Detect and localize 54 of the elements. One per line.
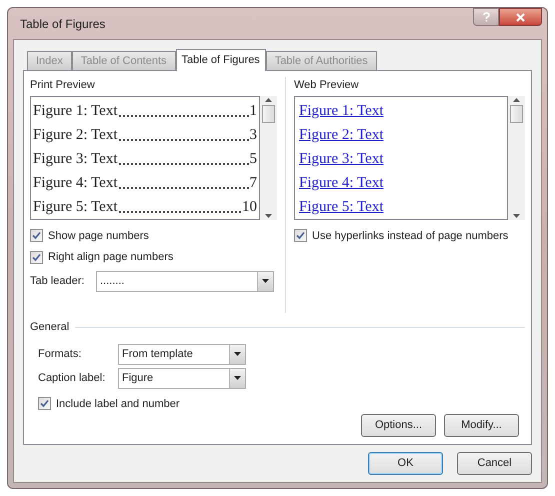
page-number: 3 — [250, 126, 257, 144]
figure-entry: Figure 1: Text — [33, 102, 118, 120]
checkbox[interactable] — [30, 250, 43, 264]
figure-link[interactable]: Figure 5: Text — [299, 198, 384, 216]
section-label: General — [30, 320, 70, 335]
checkbox-label: Show page numbers — [48, 228, 149, 244]
check-icon — [32, 252, 41, 262]
panel-button[interactable]: Modify... — [444, 414, 519, 437]
scroll-thumb[interactable] — [262, 104, 275, 122]
dropdown[interactable]: From template — [118, 344, 246, 364]
scroll-up-icon[interactable] — [265, 98, 272, 102]
field-label: Tab leader: — [30, 274, 86, 289]
help-icon — [482, 12, 490, 22]
checkbox-label: Include label and number — [56, 396, 180, 412]
figure-entry: Figure 4: Text — [33, 174, 118, 192]
checkbox[interactable] — [294, 229, 307, 242]
dialog-button[interactable]: Cancel — [457, 452, 532, 475]
checkbox-label: Use hyperlinks instead of page numbers — [312, 228, 508, 244]
window-title: Table of Figures — [20, 16, 106, 32]
checkbox[interactable] — [30, 229, 43, 242]
figure-link[interactable]: Figure 4: Text — [299, 174, 384, 192]
scroll-down-icon[interactable] — [265, 214, 272, 218]
tab-leader-dropdown[interactable]: ........ — [96, 270, 274, 292]
help-button[interactable] — [473, 8, 499, 26]
page-number: 7 — [250, 174, 257, 192]
section-label: Print Preview — [30, 78, 96, 93]
figure-link[interactable]: Figure 2: Text — [299, 126, 384, 144]
scroll-down-icon[interactable] — [513, 214, 520, 218]
check-icon — [296, 231, 305, 240]
checkbox-label: Right align page numbers — [48, 250, 174, 265]
field-label: Formats: — [38, 346, 82, 362]
field-label: Caption label: — [38, 370, 106, 386]
dropdown[interactable]: Figure — [118, 368, 246, 388]
check-icon — [32, 231, 41, 240]
scroll-up-icon[interactable] — [513, 98, 520, 102]
figure-link[interactable]: Figure 3: Text — [299, 150, 384, 168]
section-label: Web Preview — [294, 78, 360, 93]
close-icon — [516, 12, 525, 22]
checkbox[interactable] — [38, 397, 51, 410]
page-number: 10 — [242, 198, 257, 216]
page-number: 5 — [250, 150, 257, 168]
figure-entry: Figure 3: Text — [33, 150, 118, 168]
panel-button[interactable]: Options... — [361, 414, 436, 437]
scroll-thumb[interactable] — [510, 104, 523, 122]
tab[interactable]: Table of Figures — [176, 49, 266, 71]
figure-entry: Figure 5: Text — [33, 198, 118, 216]
figure-entry: Figure 2: Text — [33, 126, 118, 144]
scrollbar[interactable] — [260, 96, 277, 220]
figure-link[interactable]: Figure 1: Text — [299, 102, 384, 120]
close-button[interactable] — [499, 8, 542, 26]
scrollbar[interactable] — [508, 96, 525, 220]
check-icon — [40, 399, 49, 408]
page-number: 1 — [250, 102, 257, 120]
ok-button[interactable]: OK — [368, 452, 443, 475]
